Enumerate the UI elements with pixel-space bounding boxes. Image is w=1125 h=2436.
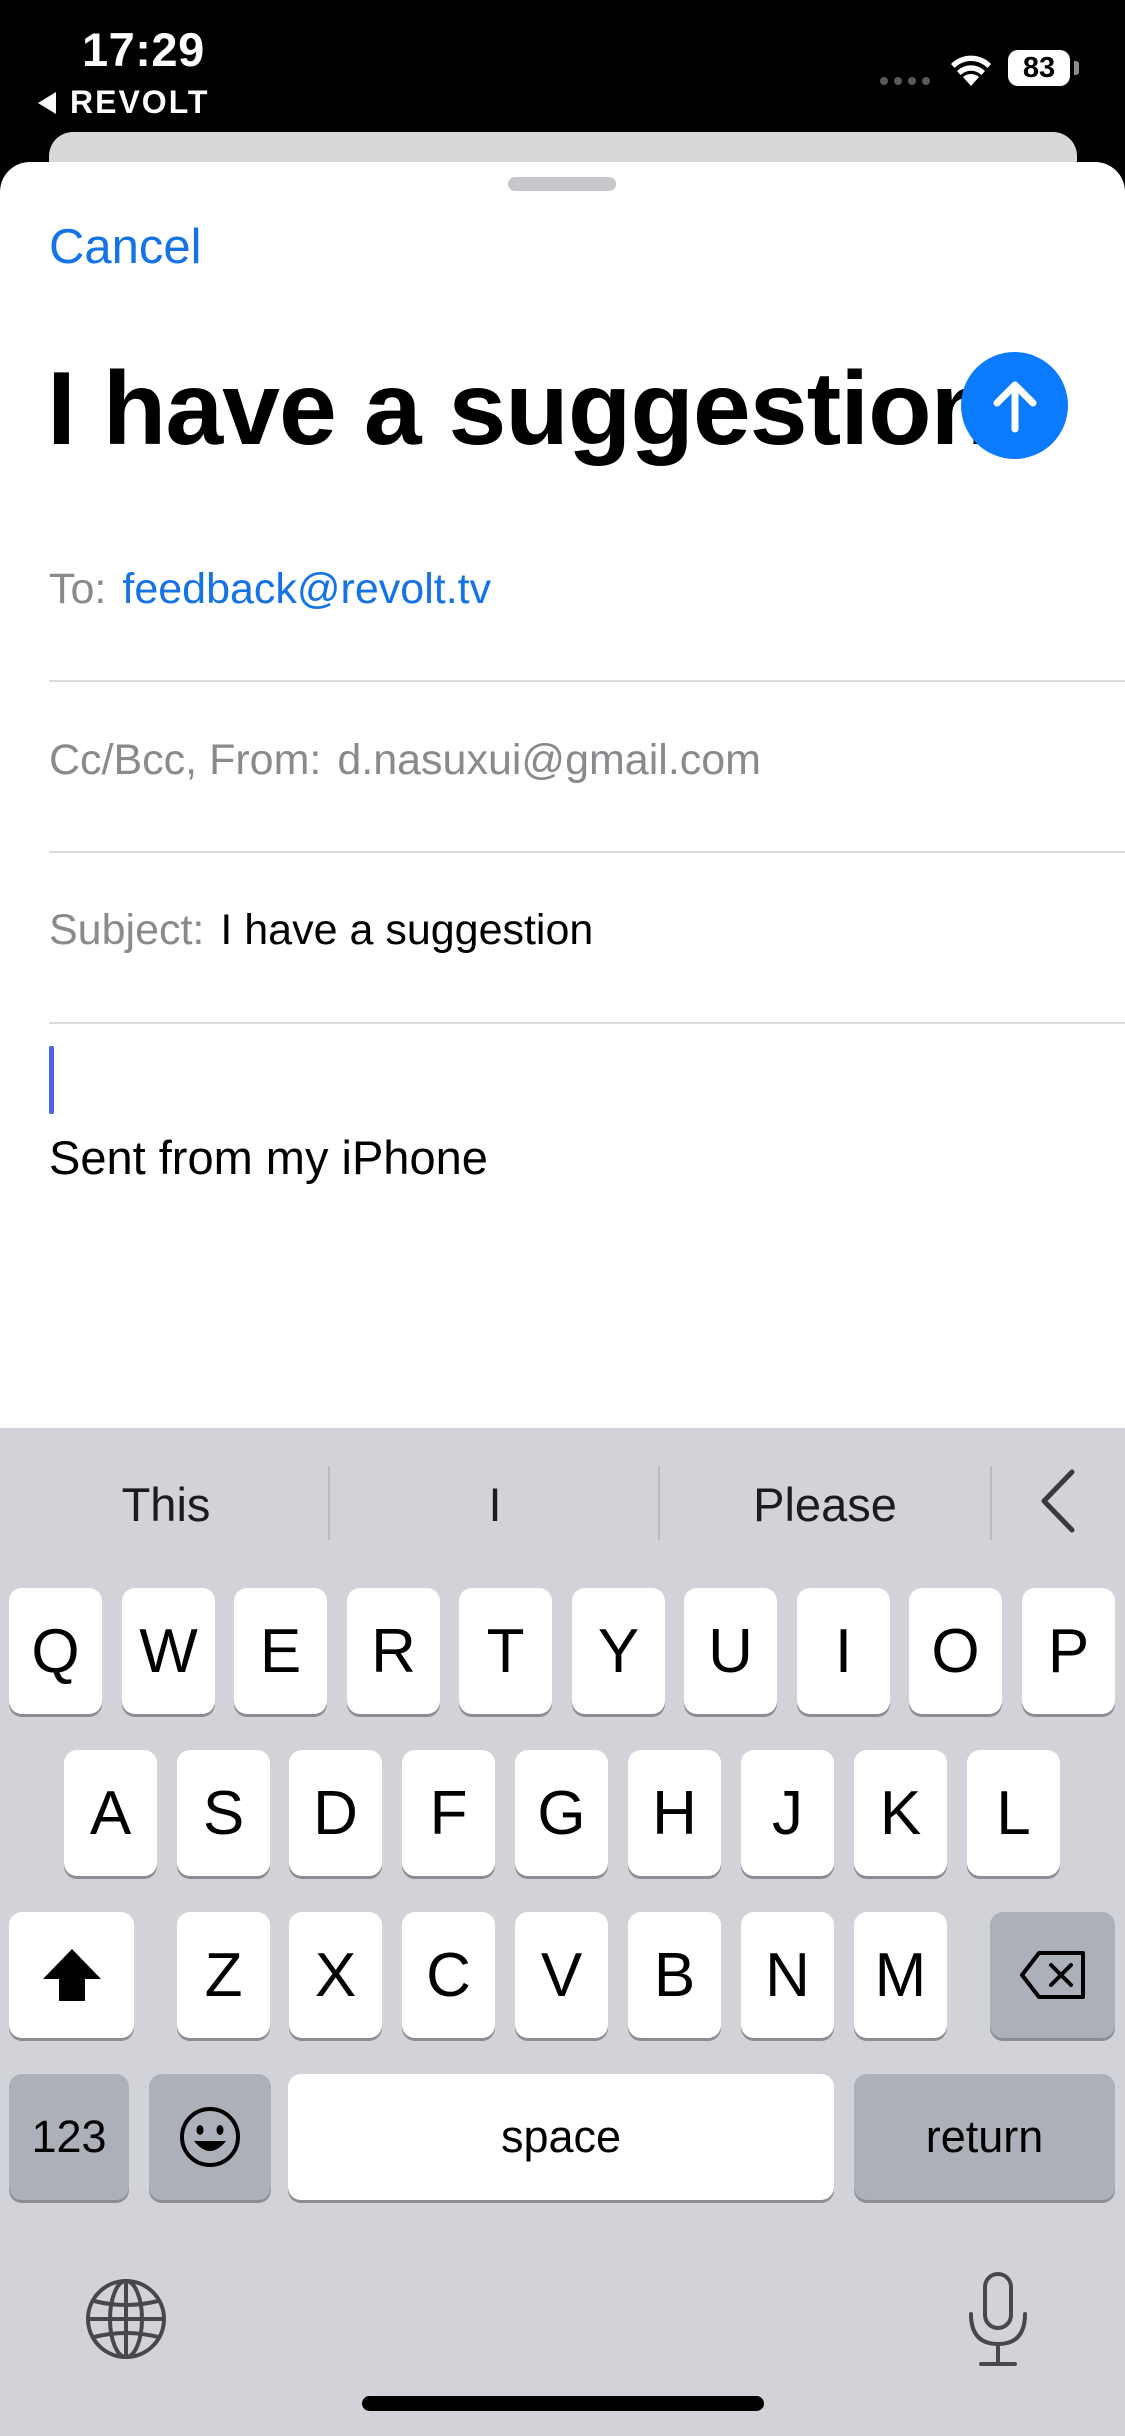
key-b[interactable]: B [628,1912,721,2038]
key-l[interactable]: L [967,1750,1060,1876]
key-f[interactable]: F [402,1750,495,1876]
wifi-icon [951,55,991,86]
back-triangle-icon [38,91,56,114]
globe-icon[interactable] [84,2277,168,2361]
compose-title: I have a suggestion [47,351,994,467]
key-p[interactable]: P [1022,1588,1115,1714]
shift-icon [42,1949,101,2001]
divider [49,1022,1125,1024]
delete-key[interactable] [990,1912,1115,2038]
delete-icon [1019,1951,1085,1999]
cellular-signal-icon [880,77,930,85]
send-button[interactable] [961,352,1068,459]
emoji-icon [180,2107,240,2167]
key-g[interactable]: G [515,1750,608,1876]
key-z[interactable]: Z [177,1912,270,2038]
from-address[interactable]: d.nasuxui@gmail.com [337,736,761,784]
suggestion-3[interactable]: Please [675,1477,975,1532]
key-u[interactable]: U [684,1588,777,1714]
back-app-label: REVOLT [70,84,210,120]
microphone-icon[interactable] [965,2270,1031,2370]
key-v[interactable]: V [515,1912,608,2038]
key-s[interactable]: S [177,1750,270,1876]
cancel-button[interactable]: Cancel [49,219,202,275]
home-indicator[interactable] [362,2396,764,2411]
subject-field[interactable]: Subject: I have a suggestion [49,906,593,955]
key-m[interactable]: M [854,1912,947,2038]
cc-label: Cc/Bcc, From: [49,736,322,784]
key-q[interactable]: Q [9,1588,102,1714]
suggestion-divider [658,1466,660,1540]
to-label: To: [49,565,107,613]
divider [49,851,1125,853]
key-k[interactable]: K [854,1750,947,1876]
battery-icon: 83 [1008,50,1070,86]
subject-label: Subject: [49,906,205,954]
key-y[interactable]: Y [572,1588,665,1714]
key-a[interactable]: A [64,1750,157,1876]
key-w[interactable]: W [122,1588,215,1714]
key-r[interactable]: R [347,1588,440,1714]
send-arrow-icon [993,381,1037,433]
back-to-app-link[interactable]: REVOLT [38,84,209,121]
battery-nub [1074,61,1079,75]
sheet-grabber[interactable] [508,177,616,191]
status-time: 17:29 [82,23,205,76]
status-bar: 17:29 REVOLT 83 [0,0,1125,140]
key-d[interactable]: D [289,1750,382,1876]
to-recipient[interactable]: feedback@revolt.tv [122,565,491,613]
key-t[interactable]: T [459,1588,552,1714]
emoji-key[interactable] [149,2074,271,2200]
space-key[interactable]: space [288,2074,834,2200]
key-x[interactable]: X [289,1912,382,2038]
return-key[interactable]: return [854,2074,1115,2200]
suggestion-2[interactable]: I [345,1477,645,1532]
chevron-left-icon[interactable] [1028,1466,1088,1536]
suggestion-divider [328,1466,330,1540]
shift-key[interactable] [9,1912,134,2038]
message-body[interactable]: Sent from my iPhone [49,1130,488,1185]
text-cursor [49,1046,54,1114]
key-i[interactable]: I [797,1588,890,1714]
key-e[interactable]: E [234,1588,327,1714]
to-field[interactable]: To: feedback@revolt.tv [49,565,491,614]
key-h[interactable]: H [628,1750,721,1876]
key-j[interactable]: J [741,1750,834,1876]
cc-bcc-from-field[interactable]: Cc/Bcc, From: d.nasuxui@gmail.com [49,736,761,785]
numbers-key[interactable]: 123 [9,2074,129,2200]
suggestion-1[interactable]: This [16,1477,316,1532]
subject-value[interactable]: I have a suggestion [220,906,593,954]
suggestion-divider [990,1466,992,1540]
key-n[interactable]: N [741,1912,834,2038]
key-c[interactable]: C [402,1912,495,2038]
key-o[interactable]: O [909,1588,1002,1714]
divider [49,680,1125,682]
